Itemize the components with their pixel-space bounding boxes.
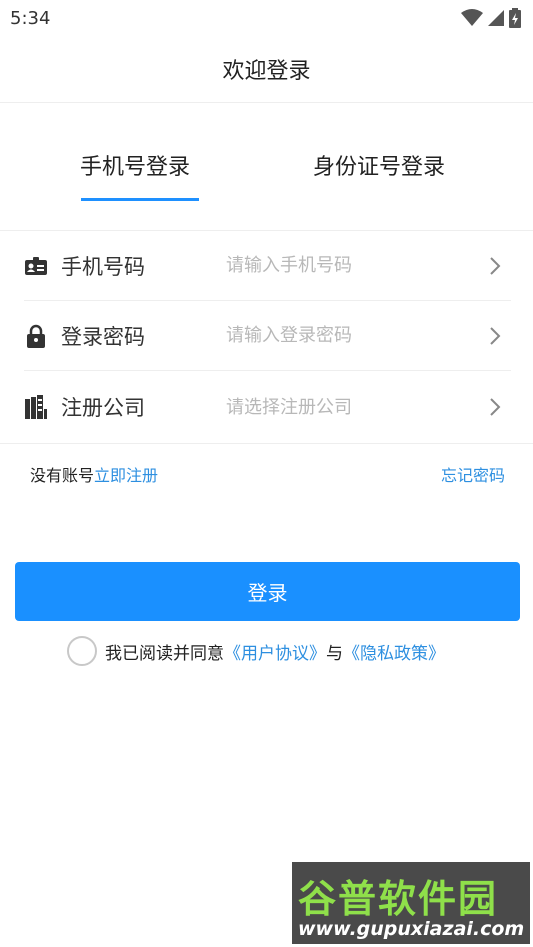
watermark: 谷普软件园 www.gupuxiazai.com [292,862,530,944]
chevron-right-icon [490,327,501,345]
phone-input[interactable] [226,247,476,284]
signal-icon [488,10,504,26]
battery-icon [509,8,521,28]
active-tab-indicator [81,198,199,201]
agreement-checkbox[interactable] [67,636,97,666]
status-icons [461,8,521,28]
agreement-row: 我已阅读并同意 《用户协议》 与 《隐私政策》 [67,636,445,666]
tab-id-login[interactable]: 身份证号登录 [313,149,445,181]
chevron-right-icon [490,257,501,275]
no-account-label: 没有账号 [30,466,95,485]
wifi-icon [461,9,483,26]
watermark-brand: 谷普软件园 [298,877,499,921]
forgot-password-link[interactable]: 忘记密码 [441,462,505,486]
password-row[interactable]: 登录密码 [24,301,511,371]
phone-label: 手机号码 [61,254,145,279]
company-select[interactable] [226,389,476,425]
chevron-right-icon [490,398,501,416]
status-time: 5:34 [10,7,51,29]
tab-phone-login[interactable]: 手机号登录 [80,149,190,181]
login-button[interactable]: 登录 [15,562,520,621]
phone-row[interactable]: 手机号码 [24,231,511,301]
password-input[interactable] [226,317,476,354]
user-agreement-link[interactable]: 《用户协议》 [224,639,326,664]
status-bar: 5:34 [0,0,533,36]
no-account-text: 没有账号立即注册 [30,462,158,486]
building-icon [24,395,48,419]
account-links: 没有账号立即注册 忘记密码 [30,462,505,486]
company-row[interactable]: 注册公司 [24,372,511,442]
company-label: 注册公司 [61,396,145,420]
id-card-icon [24,254,48,278]
form-divider [0,443,533,444]
login-tabs: 手机号登录 身份证号登录 [0,103,533,231]
lock-icon [24,324,48,348]
page-title: 欢迎登录 [222,59,311,84]
watermark-url: www.gupuxiazai.com [298,918,525,940]
privacy-policy-link[interactable]: 《隐私政策》 [343,639,445,664]
agreement-prefix: 我已阅读并同意 [105,643,224,664]
register-link[interactable]: 立即注册 [94,466,158,485]
agreement-conjunction: 与 [326,643,343,664]
password-label: 登录密码 [61,324,145,349]
nav-bar: 欢迎登录 [0,36,533,103]
